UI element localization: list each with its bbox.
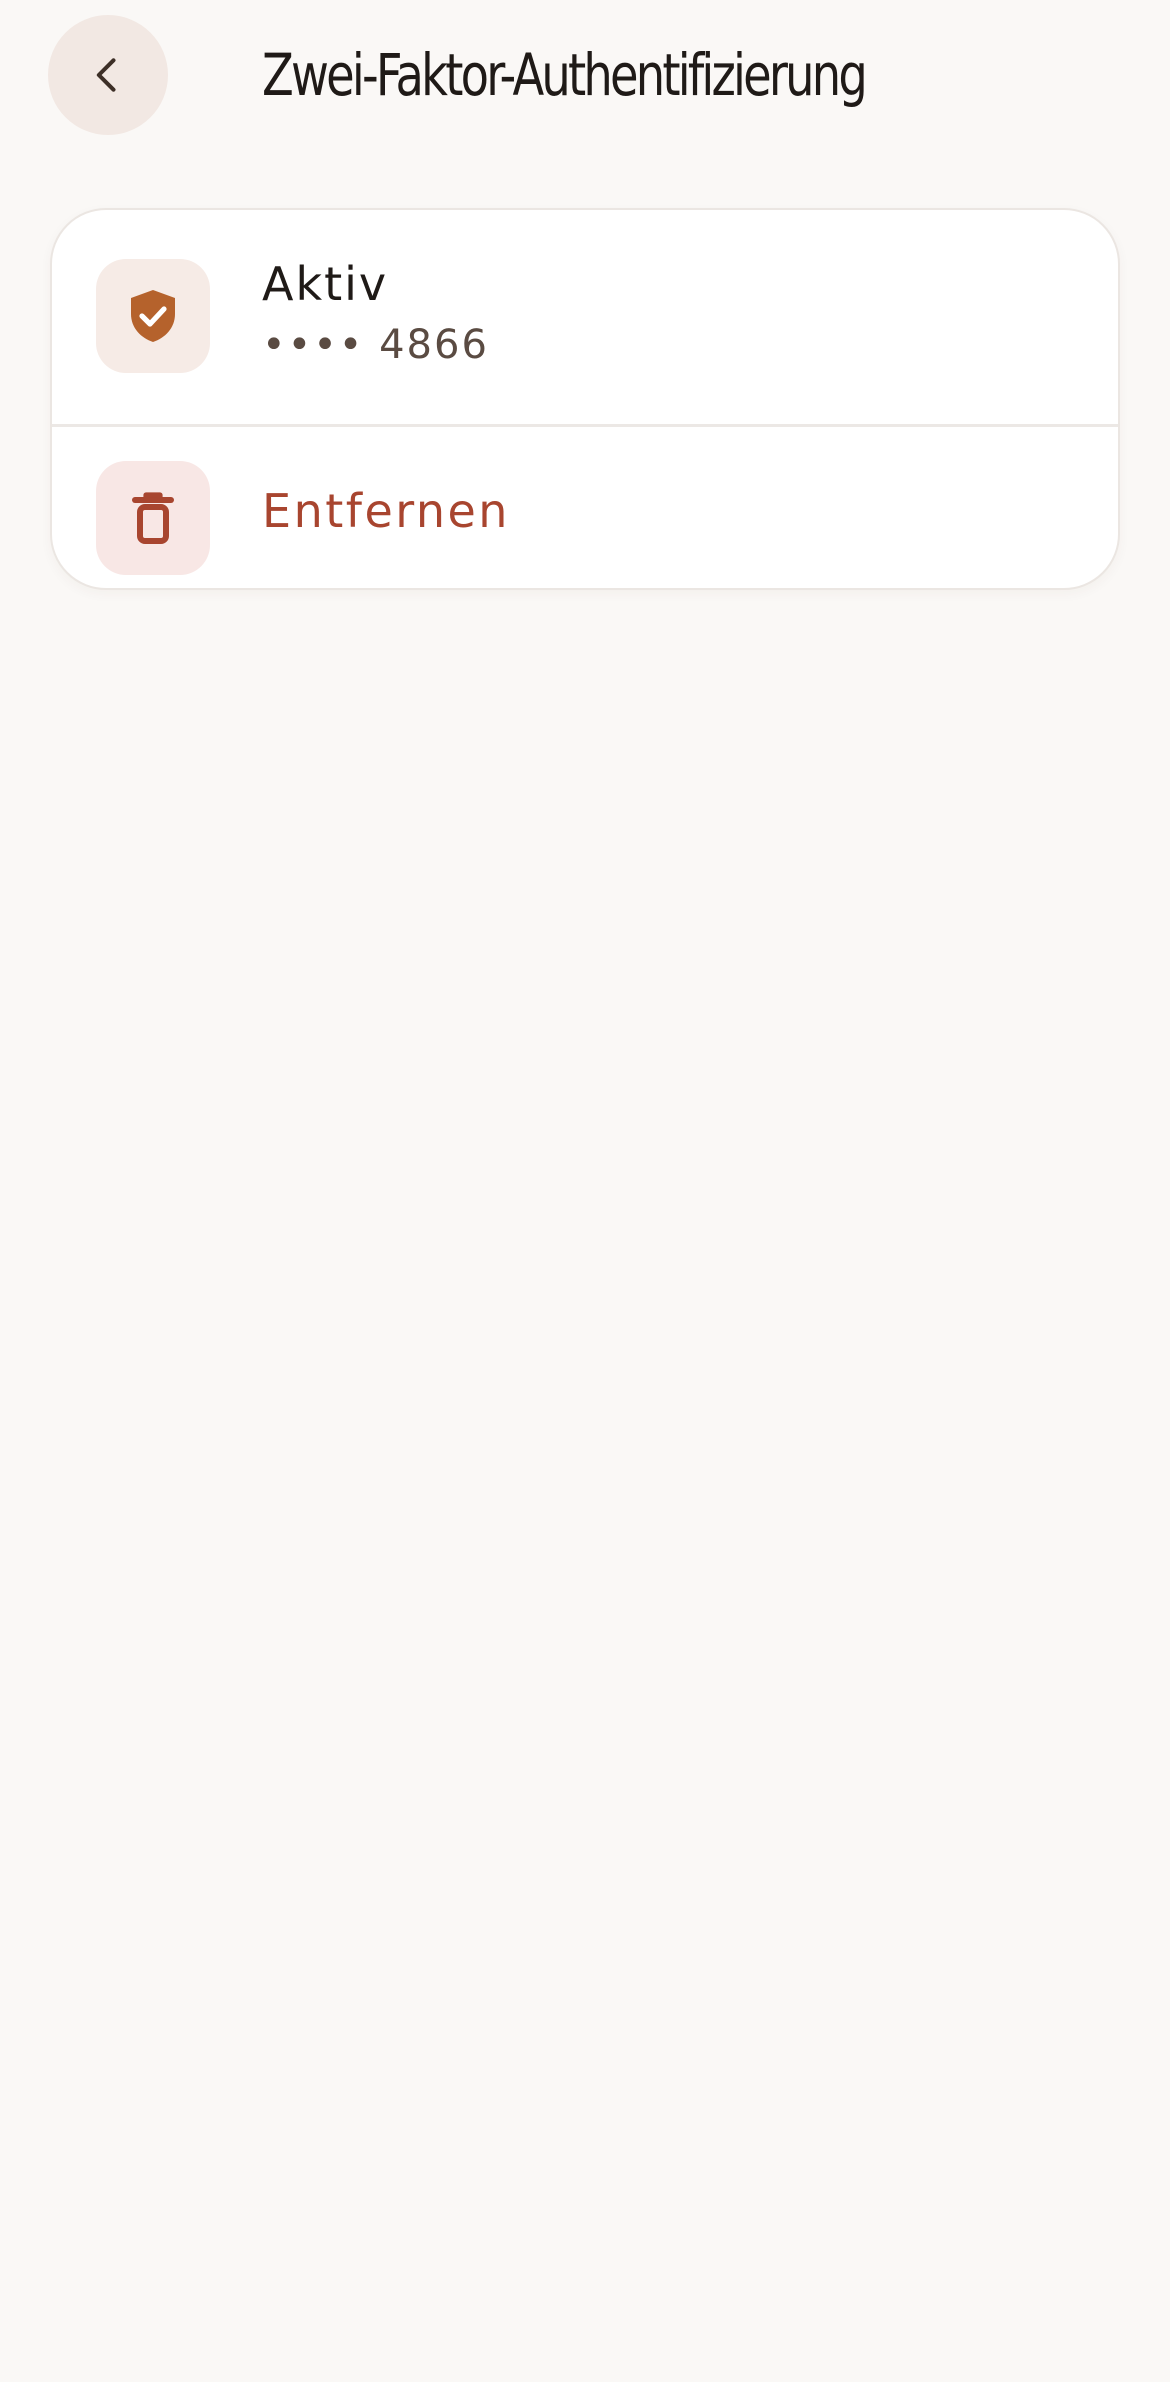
shield-check-icon xyxy=(131,290,175,342)
remove-icon-tile xyxy=(96,461,210,575)
masked-phone-number: •••• 4866 xyxy=(262,322,489,368)
two-factor-card: Aktiv •••• 4866 Entfernen xyxy=(50,208,1120,590)
remove-button[interactable]: Entfernen xyxy=(52,427,1118,588)
status-row: Aktiv •••• 4866 xyxy=(52,210,1118,424)
back-button[interactable] xyxy=(48,15,168,135)
status-icon-tile xyxy=(96,259,210,373)
chevron-left-icon xyxy=(96,58,116,92)
remove-label: Entfernen xyxy=(262,484,510,538)
status-label: Aktiv xyxy=(262,257,389,311)
header: Zwei-Faktor-Authentifizierung xyxy=(0,0,1170,150)
page-title: Zwei-Faktor-Authentifizierung xyxy=(262,41,868,109)
trash-icon xyxy=(132,492,174,544)
